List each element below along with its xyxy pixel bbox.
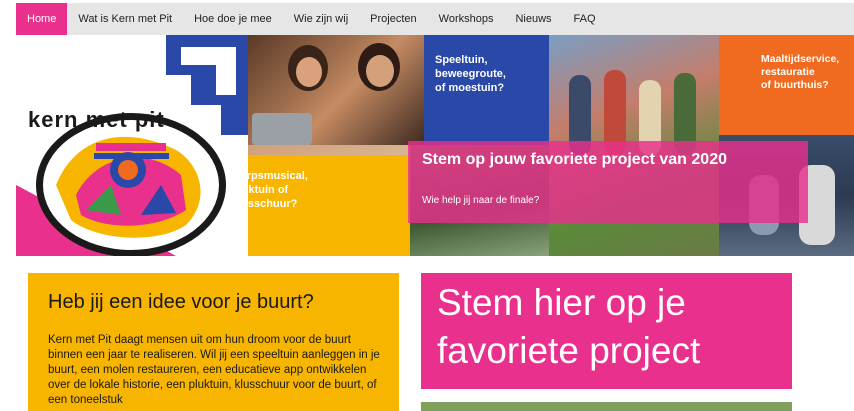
idea-box: Heb jij een idee voor je buurt? Kern met…: [28, 273, 399, 411]
kern-met-pit-logo[interactable]: [16, 35, 248, 256]
nav-item-nieuws[interactable]: Nieuws: [504, 3, 562, 35]
nav-item-hoe-doe-je-mee[interactable]: Hoe doe je mee: [183, 3, 283, 35]
hero-collage: Speeltuin, beweegroute, of moestuin? Maa…: [16, 35, 854, 256]
nav-item-faq[interactable]: FAQ: [563, 3, 607, 35]
hero-panel-orange: Maaltijdservice, restauratie of buurthui…: [719, 35, 854, 135]
nav-item-wie-zijn-wij[interactable]: Wie zijn wij: [283, 3, 359, 35]
hero-photo-cooking: [248, 35, 424, 145]
nav-item-wat-is-kern-met-pit[interactable]: Wat is Kern met Pit: [67, 3, 183, 35]
nav-item-projecten[interactable]: Projecten: [359, 3, 427, 35]
vote-cta-title[interactable]: Stem hier op je favoriete project: [437, 279, 787, 375]
blue-panel-line-1: Speeltuin,: [435, 54, 488, 66]
idea-title: Heb jij een idee voor je buurt?: [48, 291, 314, 313]
idea-body: Kern met Pit daagt mensen uit om hun dro…: [48, 334, 380, 406]
hero-panel-blue: Speeltuin, beweegroute, of moestuin?: [424, 35, 549, 145]
vote-banner-title[interactable]: Stem op jouw favoriete project van 2020: [422, 151, 727, 169]
logo-text: kern met pit: [28, 107, 165, 132]
blue-panel-line-2: beweegroute,: [435, 68, 506, 80]
main-nav: Home Wat is Kern met Pit Hoe doe je mee …: [16, 3, 854, 35]
vote-banner-subtitle[interactable]: Wie help jij naar de finale?: [422, 195, 539, 206]
vote-cta-box[interactable]: Stem hier op je favoriete project: [421, 273, 792, 389]
orange-panel-line-1: Maaltijdservice,: [761, 53, 840, 65]
page: Home Wat is Kern met Pit Hoe doe je mee …: [0, 0, 854, 411]
nav-item-home[interactable]: Home: [16, 3, 68, 35]
vote-photo-strip: [421, 402, 792, 411]
vote-banner[interactable]: Stem op jouw favoriete project van 2020 …: [408, 141, 808, 223]
logo-area: kern met pit: [16, 35, 248, 256]
nav-item-workshops[interactable]: Workshops: [428, 3, 505, 35]
orange-panel-line-3: of buurthuis?: [761, 79, 829, 91]
orange-panel-line-2: restauratie: [761, 66, 815, 78]
blue-panel-line-3: of moestuin?: [435, 82, 505, 94]
